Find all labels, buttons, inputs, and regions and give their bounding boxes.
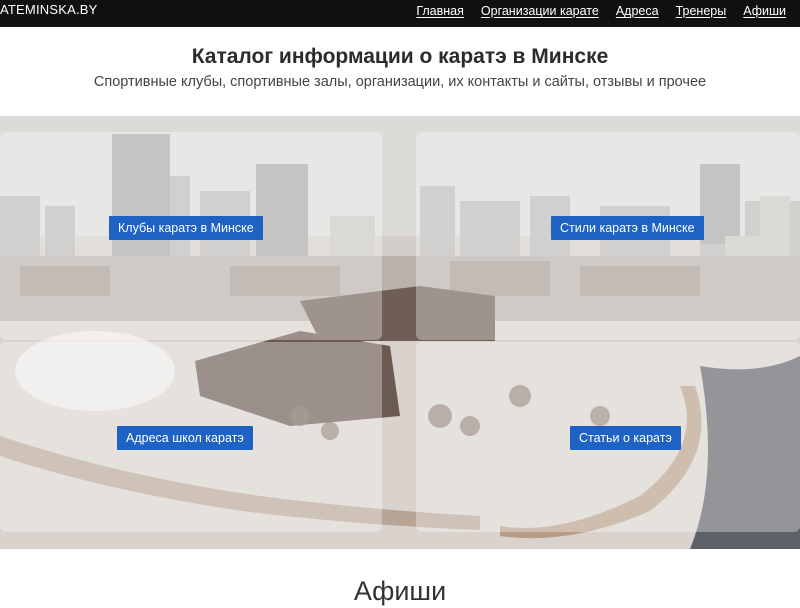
nav-link-addresses[interactable]: Адреса [616,3,659,19]
nav-link-home[interactable]: Главная [416,3,464,19]
school-addresses-button[interactable]: Адреса школ каратэ [117,426,253,450]
nav-link-posters[interactable]: Афиши [743,3,786,19]
nav-link-organizations[interactable]: Организации карате [481,3,599,19]
nav-link-trainers[interactable]: Тренеры [676,3,727,19]
clubs-button[interactable]: Клубы каратэ в Минске [109,216,263,240]
styles-button[interactable]: Стили каратэ в Минске [551,216,704,240]
nav-links: Главная Организации карате Адреса Тренер… [416,3,786,19]
city-photo-banner: Клубы каратэ в Минске Стили каратэ в Мин… [0,116,800,549]
posters-section-title: Афиши [353,576,447,606]
site-brand[interactable]: ATEMINSKA.BY [0,2,98,18]
page-title: Каталог информации о каратэ в Минске [191,45,609,68]
articles-button[interactable]: Статьи о каратэ [570,426,681,450]
top-navbar: ATEMINSKA.BY Главная Организации карате … [0,0,800,27]
page-subtitle: Спортивные клубы, спортивные залы, орган… [93,74,707,90]
